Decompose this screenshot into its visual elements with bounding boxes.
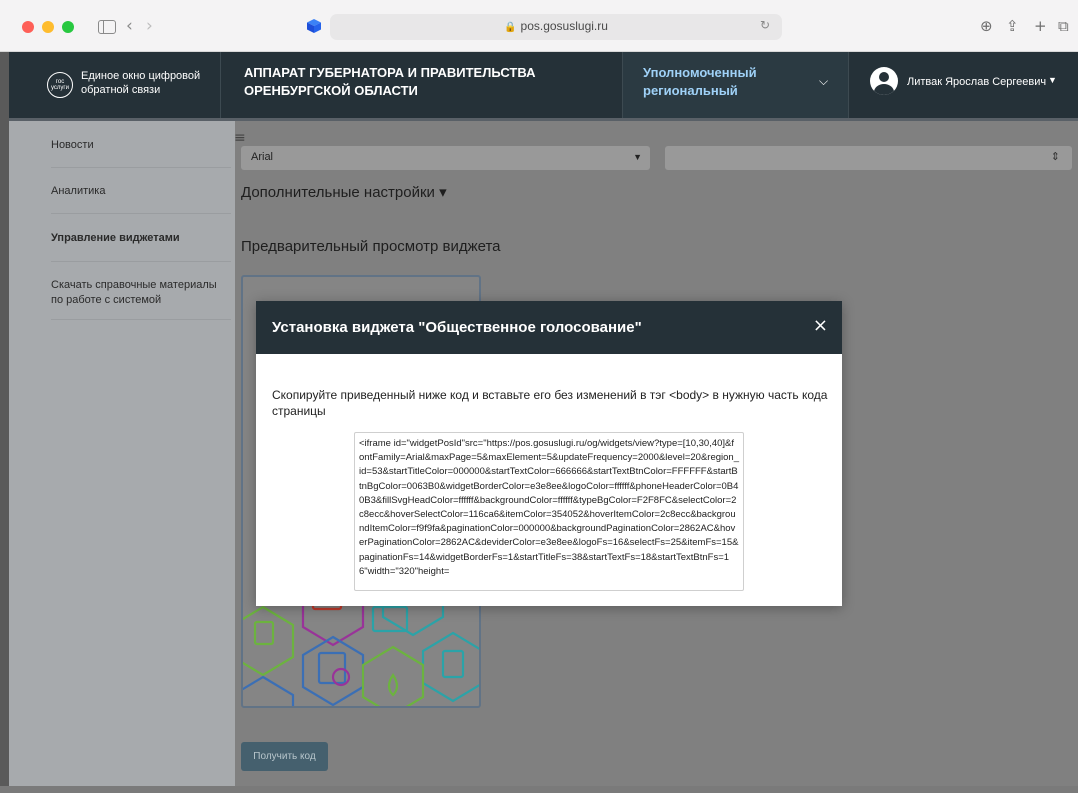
logo[interactable]: гос услуги Единое окно цифровой обратной… bbox=[9, 52, 221, 118]
logo-text: Единое окно цифровой обратной связи bbox=[81, 70, 201, 96]
extra-settings-toggle[interactable]: Дополнительные настройки ▾ bbox=[241, 183, 447, 201]
sidebar-toggle-icon[interactable] bbox=[98, 20, 116, 34]
lock-icon: 🔒 bbox=[504, 22, 517, 33]
chevron-down-icon: ▼ bbox=[633, 152, 642, 162]
number-input[interactable]: ⇕ bbox=[665, 146, 1072, 170]
modal-instruction: Скопируйте приведенный ниже код и вставь… bbox=[272, 388, 828, 418]
address-bar[interactable]: 🔒 pos.gosuslugi.ru ↻ bbox=[330, 14, 782, 40]
modal-title: Установка виджета "Общественное голосова… bbox=[272, 319, 642, 336]
download-icon[interactable]: ⊕ bbox=[980, 14, 993, 38]
reload-icon[interactable]: ↻ bbox=[760, 18, 770, 32]
divider bbox=[51, 319, 231, 320]
sidebar: Новости Аналитика Управление виджетами С… bbox=[9, 121, 235, 793]
close-icon[interactable]: × bbox=[813, 316, 828, 336]
window-edge bbox=[0, 52, 9, 793]
forward-icon[interactable]: › bbox=[146, 14, 153, 38]
sidebar-item-materials[interactable]: Скачать справочные материалы по работе с… bbox=[51, 278, 224, 308]
font-family-select[interactable]: Arial ▼ bbox=[241, 146, 650, 170]
close-window-button[interactable] bbox=[22, 21, 34, 33]
font-select-value: Arial bbox=[251, 151, 274, 163]
user-name[interactable]: Литвак Ярослав Сергеевич bbox=[907, 76, 1046, 88]
get-code-button[interactable]: Получить код bbox=[241, 742, 328, 771]
gosuslugi-logo-icon: гос услуги bbox=[47, 72, 73, 98]
sidebar-item-analytics[interactable]: Аналитика bbox=[51, 184, 224, 199]
stepper-icon[interactable]: ⇕ bbox=[1051, 150, 1060, 163]
browser-toolbar: ‹ › 🔒 pos.gosuslugi.ru ↻ ⊕ ⇪ + ⧉ bbox=[0, 0, 1078, 52]
sidebar-item-widgets[interactable]: Управление виджетами bbox=[51, 231, 224, 246]
avatar[interactable] bbox=[870, 67, 898, 95]
role-label: Уполномоченный региональный bbox=[643, 65, 757, 98]
caret-down-icon[interactable]: ▼ bbox=[1048, 75, 1057, 85]
chevron-down-icon: ⌵ bbox=[819, 74, 829, 88]
site-header: гос услуги Единое окно цифровой обратной… bbox=[9, 52, 1078, 118]
divider bbox=[51, 167, 231, 168]
organization-title: АППАРАТ ГУБЕРНАТОРА И ПРАВИТЕЛЬСТВА ОРЕН… bbox=[244, 65, 536, 98]
tab-overview-icon[interactable]: ⧉ bbox=[1058, 14, 1069, 38]
hamburger-menu-icon[interactable]: ≡ bbox=[234, 130, 246, 146]
divider bbox=[51, 261, 231, 262]
divider bbox=[51, 213, 231, 214]
minimize-window-button[interactable] bbox=[42, 21, 54, 33]
new-tab-icon[interactable]: + bbox=[1034, 14, 1047, 38]
sidebar-item-news[interactable]: Новости bbox=[51, 138, 224, 153]
share-icon[interactable]: ⇪ bbox=[1006, 14, 1019, 38]
role-selector[interactable]: Уполномоченный региональный ⌵ bbox=[622, 52, 849, 118]
modal-header: Установка виджета "Общественное голосова… bbox=[256, 301, 842, 354]
preview-title: Предварительный просмотр виджета bbox=[241, 238, 501, 255]
embed-code-textarea[interactable]: <iframe id="widgetPosId"src="https://pos… bbox=[354, 432, 744, 591]
url-text: pos.gosuslugi.ru bbox=[520, 19, 608, 33]
install-widget-modal: Установка виджета "Общественное голосова… bbox=[256, 301, 842, 606]
extension-cube-icon[interactable] bbox=[306, 18, 322, 34]
back-icon[interactable]: ‹ bbox=[126, 14, 133, 38]
maximize-window-button[interactable] bbox=[62, 21, 74, 33]
bottom-bar bbox=[0, 786, 1078, 793]
